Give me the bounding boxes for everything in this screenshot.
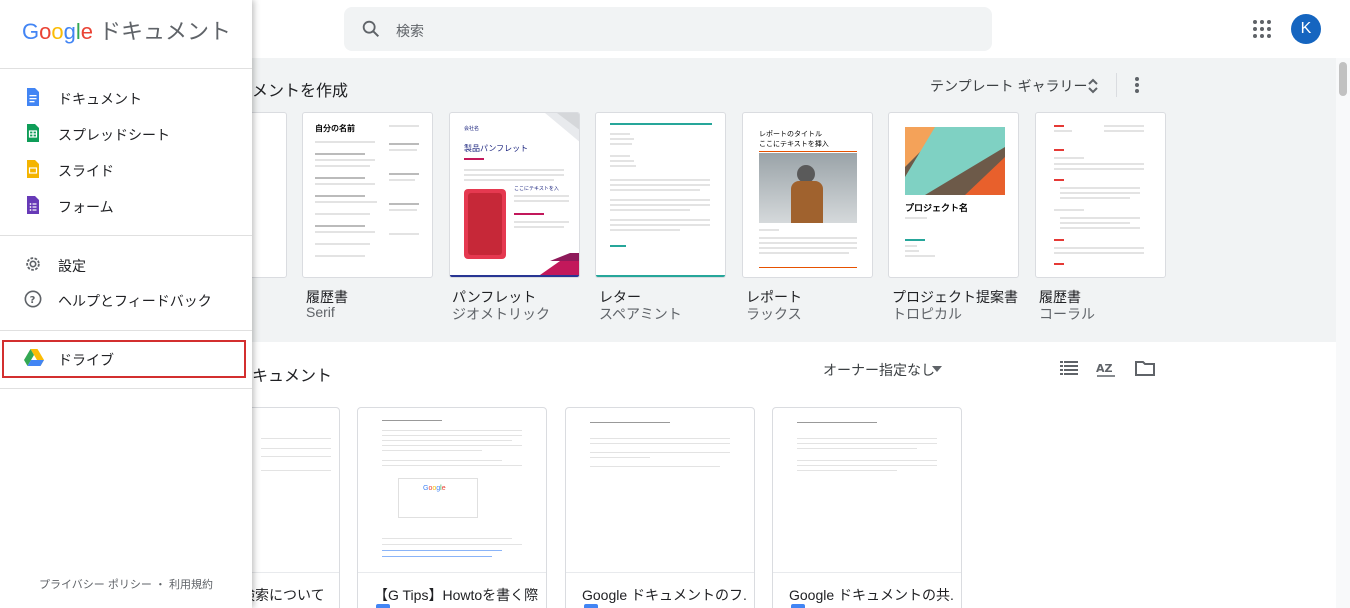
search-bar[interactable]: 検索 bbox=[344, 7, 992, 51]
app-name: ドキュメント bbox=[99, 19, 232, 44]
docs-icon bbox=[27, 88, 39, 106]
search-icon bbox=[362, 20, 380, 38]
drawer-item-label: ドキュメント bbox=[58, 91, 142, 107]
drawer-item-label: スプレッドシート bbox=[58, 127, 170, 143]
template-preview-title: 自分の名前 bbox=[315, 124, 355, 133]
divider bbox=[0, 330, 252, 331]
recent-doc-card[interactable]: Google 【G Tips】Howtoを書く際... bbox=[357, 407, 547, 608]
template-card[interactable] bbox=[1035, 112, 1166, 278]
divider bbox=[0, 235, 252, 236]
template-card[interactable]: 会社名 製品パンフレット ここにテキストを入 bbox=[449, 112, 580, 278]
doc-name[interactable]: Google ドキュメントの共... bbox=[789, 585, 954, 605]
drawer-item-label: 設定 bbox=[58, 258, 86, 274]
slides-icon bbox=[27, 160, 39, 178]
template-preview-heading: ここにテキストを入 bbox=[514, 186, 559, 192]
drawer-item-slides[interactable]: スライド bbox=[0, 152, 252, 186]
doc-name[interactable]: 【G Tips】Howtoを書く際... bbox=[374, 585, 539, 605]
template-card[interactable] bbox=[595, 112, 726, 278]
template-card[interactable]: レポートのタイトル ここにテキストを挿入 bbox=[742, 112, 873, 278]
doc-thumbnail: Google bbox=[358, 408, 546, 573]
drawer-item-sheets[interactable]: スプレッドシート bbox=[0, 116, 252, 150]
docs-icon bbox=[376, 604, 390, 608]
template-preview-title: プロジェクト名 bbox=[905, 203, 969, 213]
more-vert-icon[interactable] bbox=[1130, 75, 1144, 95]
drawer-item-settings[interactable]: 設定 bbox=[0, 247, 252, 281]
folder-icon[interactable] bbox=[1135, 360, 1155, 376]
template-section-title: メントを作成 bbox=[252, 83, 349, 100]
template-subtitle: コーラル bbox=[1039, 306, 1095, 322]
geometric-decoration bbox=[545, 113, 579, 142]
docs-icon bbox=[584, 604, 598, 608]
apps-grid-icon[interactable] bbox=[1252, 19, 1272, 39]
caret-down-icon[interactable] bbox=[932, 366, 942, 372]
template-subtitle: スペアミント bbox=[599, 306, 682, 322]
recent-doc-card[interactable]: Google ドキュメントのフ... bbox=[565, 407, 755, 608]
drawer-item-label: ヘルプとフィードバック bbox=[58, 293, 212, 309]
template-preview-subtitle: ここにテキストを挿入 bbox=[759, 141, 829, 148]
template-subtitle: ラックス bbox=[746, 306, 802, 322]
template-card[interactable]: 自分の名前 bbox=[302, 112, 433, 278]
svg-text:AZ: AZ bbox=[1096, 362, 1113, 375]
footer-links[interactable]: プライバシー ポリシー ・ 利用規約 bbox=[39, 576, 213, 592]
template-gallery-button[interactable]: テンプレート ギャラリー bbox=[930, 76, 1087, 96]
drawer-item-label: フォーム bbox=[58, 199, 114, 215]
gear-icon bbox=[26, 257, 40, 271]
avatar[interactable]: K bbox=[1291, 14, 1321, 44]
search-input[interactable]: 検索 bbox=[396, 21, 424, 41]
template-preview-title: 製品パンフレット bbox=[464, 144, 529, 153]
doc-name[interactable]: Google ドキュメントのフ... bbox=[582, 585, 747, 605]
doc-name[interactable]: 検索について bbox=[241, 585, 339, 605]
owner-filter-dropdown[interactable]: オーナー指定なし bbox=[823, 360, 935, 380]
template-subtitle: トロピカル bbox=[892, 306, 962, 322]
highlight-box bbox=[2, 340, 246, 378]
tropical-graphic bbox=[905, 127, 1005, 195]
app-logo[interactable]: Google ドキュメント bbox=[22, 14, 231, 46]
doc-thumbnail bbox=[773, 408, 961, 573]
template-preview-company: 会社名 bbox=[464, 126, 480, 132]
docs-home: 検索 K メントを作成 テンプレート ギャラリー 自分の名前 履歴書 Serif… bbox=[0, 0, 1350, 608]
drawer-item-docs[interactable]: ドキュメント bbox=[0, 80, 252, 114]
doc-thumbnail bbox=[566, 408, 754, 573]
drawer-item-help[interactable]: ? ヘルプとフィードバック bbox=[0, 282, 252, 316]
list-view-icon[interactable] bbox=[1060, 360, 1078, 376]
unfold-icon[interactable] bbox=[1086, 77, 1100, 95]
navigation-drawer: Google ドキュメント ドキュメント スプレッドシート スライド フォーム 設… bbox=[0, 0, 252, 608]
docs-icon bbox=[791, 604, 805, 608]
template-subtitle: ジオメトリック bbox=[452, 306, 550, 322]
divider bbox=[0, 388, 252, 389]
forms-icon bbox=[27, 196, 39, 214]
scrollbar-thumb[interactable] bbox=[1339, 62, 1347, 96]
svg-text:?: ? bbox=[30, 295, 36, 306]
help-icon: ? bbox=[24, 290, 42, 308]
template-preview-title: レポートのタイトル bbox=[759, 131, 822, 138]
recent-doc-card[interactable]: Google ドキュメントの共... bbox=[772, 407, 962, 608]
geometric-footer bbox=[450, 253, 579, 277]
divider bbox=[1116, 73, 1117, 97]
drawer-item-forms[interactable]: フォーム bbox=[0, 188, 252, 222]
sort-az-icon[interactable]: AZ bbox=[1096, 358, 1116, 378]
sheets-icon bbox=[27, 124, 39, 142]
recent-documents-title: キュメント bbox=[252, 368, 333, 385]
template-card[interactable]: プロジェクト名 bbox=[888, 112, 1019, 278]
report-photo bbox=[759, 153, 857, 223]
template-subtitle: Serif bbox=[306, 304, 335, 320]
drawer-item-label: スライド bbox=[58, 163, 114, 179]
divider bbox=[0, 68, 252, 69]
scrollbar[interactable] bbox=[1336, 58, 1350, 608]
